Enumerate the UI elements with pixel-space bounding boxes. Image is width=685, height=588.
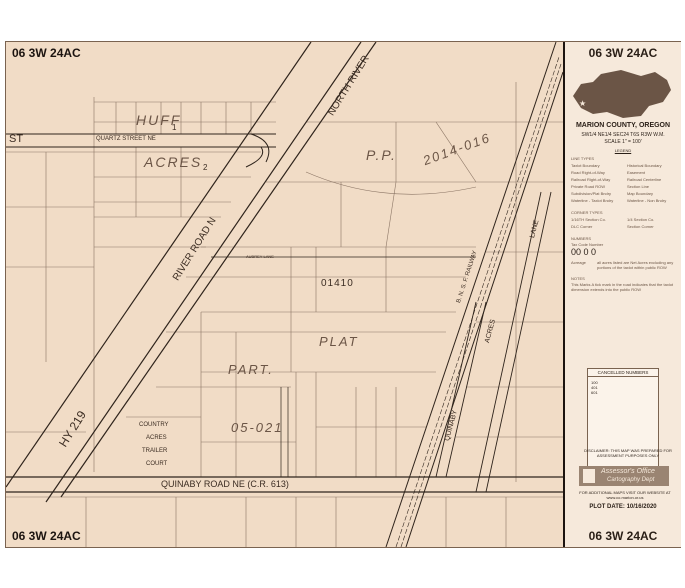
svg-text:★: ★: [579, 99, 586, 108]
cancelled-numbers-title: CANCELLED NUMBERS: [588, 369, 658, 377]
line-type-3a: Railroad Right-of-Way: [571, 177, 611, 182]
panel-map-number-top: 06 3W 24AC: [588, 46, 658, 60]
township-location: SW1/4 NE1/4 SEC24 T6S R3W W.M.: [581, 132, 665, 138]
street-label-st: ST: [9, 133, 24, 145]
lot-number-1: 1: [172, 123, 177, 132]
line-types-title: LINE TYPES: [571, 156, 595, 161]
tax-map[interactable]: 06 3W 24AC 06 3W 24AC ST QUARTZ STREET N…: [6, 42, 565, 547]
corner-type-2b: Section Corner: [627, 224, 654, 229]
notes-title: NOTES: [571, 276, 585, 281]
map-drawing: [6, 42, 563, 547]
cancelled-number-3: 601: [591, 390, 598, 395]
line-type-1b: Historical Boundary: [627, 163, 662, 168]
country-label: COUNTRY: [139, 422, 169, 428]
county-title: MARION COUNTY, OREGON: [575, 122, 671, 129]
corner-type-1b: 1/4 Section Co.: [627, 217, 655, 222]
corner-type-2a: DLC Corner: [571, 224, 593, 229]
map-number-bottom-left: 06 3W 24AC: [12, 529, 81, 543]
street-label-quartz: QUARTZ STREET NE: [96, 136, 156, 142]
legend-title: LEGEND: [614, 148, 632, 153]
pp-label: P.P.: [366, 147, 397, 163]
map-number-top-left: 06 3W 24AC: [12, 46, 81, 60]
line-type-6a: Waterline - Taxlot Bndry: [571, 198, 614, 203]
line-type-2b: Easement: [627, 170, 646, 175]
county-locator-map: ★: [573, 70, 671, 118]
corner-types-title: CORNER TYPES: [571, 210, 603, 215]
street-label-quinaby-road: QUINABY ROAD NE (C.R. 613): [161, 479, 289, 489]
line-type-1a: Taxlot Boundary: [571, 163, 600, 168]
corner-type-1a: 1/16TH Section Co.: [571, 217, 606, 222]
plat-number: 05-021: [231, 420, 284, 435]
code-area: 01410: [321, 278, 354, 289]
line-type-6b: Waterline - Non Bndry: [627, 198, 667, 203]
acreage-label: Acreage: [571, 260, 586, 265]
country-acres-label: ACRES: [146, 435, 167, 441]
line-type-3b: Railroad Centerline: [627, 177, 662, 182]
subdivision-acres: ACRES: [144, 154, 203, 170]
part-label: PART.: [228, 362, 274, 377]
line-type-4a: Private Road ROW: [571, 184, 606, 189]
street-label-aubrey: AUBREY LANE: [246, 254, 274, 259]
notes-text: This Marks A tick mark in the road indic…: [571, 282, 674, 292]
tax-code-example: 00 0 0: [571, 247, 597, 257]
map-scale: SCALE 1" = 100': [604, 139, 642, 145]
trailer-label: TRAILER: [142, 448, 168, 454]
plot-date: PLOT DATE: 10/16/2020: [589, 504, 657, 510]
assessor-banner: Assessor's Office Cartography Dept: [579, 466, 669, 486]
numbers-title: NUMBERS: [571, 236, 592, 241]
legend-panel: 06 3W 24AC ★ MARION COUNTY, OREGON SW1/4…: [565, 42, 681, 547]
panel-map-number-bottom: 06 3W 24AC: [588, 529, 658, 543]
plat-label: PLAT: [319, 334, 359, 349]
assessor-office: Assessor's Office: [601, 468, 655, 475]
disclaimer-text: DISCLAIMER: THIS MAP WAS PREPARED FOR AS…: [584, 448, 672, 458]
lot-number-2: 2: [203, 163, 208, 172]
county-seal-icon: [583, 469, 595, 483]
line-type-2a: Road Right-of-Way: [571, 170, 605, 175]
court-label: COURT: [146, 461, 168, 467]
line-type-5a: Subdivision/Plat Bndry: [571, 191, 612, 196]
line-type-4b: Section Line: [627, 184, 650, 189]
acreage-note: all acres listed are Net Acres excluding…: [597, 260, 674, 270]
website-text: FOR ADDITIONAL MAPS VISIT OUR WEBSITE AT…: [579, 490, 671, 500]
cartography-dept: Cartography Dept: [607, 477, 655, 483]
cancelled-number-1: 100: [591, 380, 598, 385]
cancelled-numbers-box: CANCELLED NUMBERS 100 401 601: [587, 368, 659, 478]
line-type-5b: Map Boundary: [627, 191, 654, 196]
